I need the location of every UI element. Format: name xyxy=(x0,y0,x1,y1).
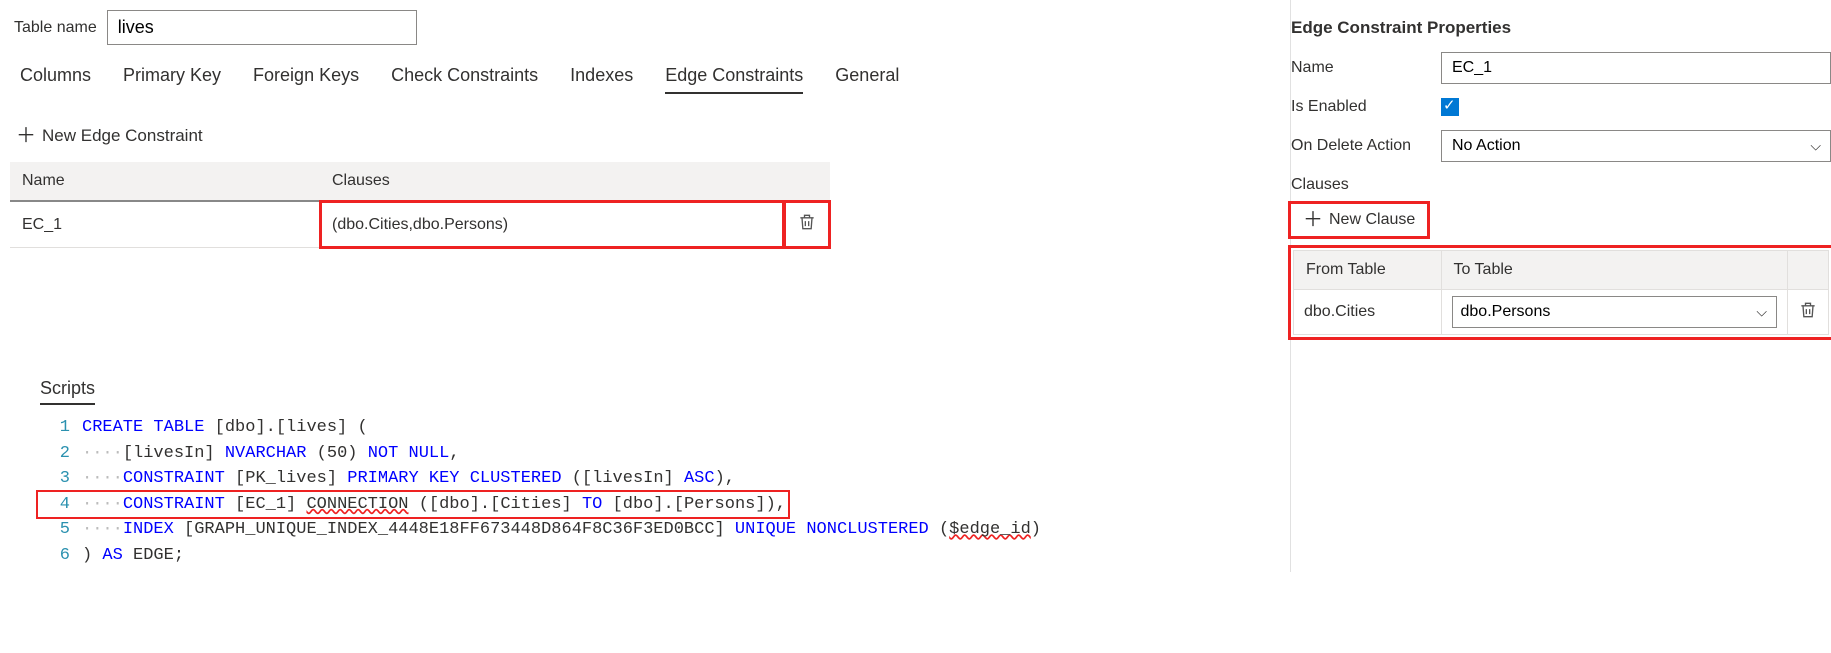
new-clause-button[interactable]: ＋ New Clause xyxy=(1291,204,1427,236)
prop-enabled-label: Is Enabled xyxy=(1291,98,1441,116)
constraint-row[interactable]: EC_1 (dbo.Cities,dbo.Persons) xyxy=(10,201,830,248)
properties-panel: Edge Constraint Properties Name Is Enabl… xyxy=(1291,0,1831,572)
table-name-label: Table name xyxy=(10,19,97,37)
prop-enabled-checkbox[interactable] xyxy=(1441,98,1459,116)
prop-ondelete-label: On Delete Action xyxy=(1291,137,1441,155)
prop-name-input[interactable] xyxy=(1441,52,1831,84)
left-panel: Table name Columns Primary Key Foreign K… xyxy=(0,0,1291,572)
tab-columns[interactable]: Columns xyxy=(20,65,91,94)
clause-to-select[interactable] xyxy=(1452,296,1778,328)
tabs: Columns Primary Key Foreign Keys Check C… xyxy=(10,65,1290,94)
plus-icon: ＋ xyxy=(1303,210,1323,230)
tab-primary-key[interactable]: Primary Key xyxy=(123,65,221,94)
clause-header-from[interactable]: From Table xyxy=(1294,251,1442,290)
clause-table: From Table To Table dbo.Cities xyxy=(1293,250,1829,335)
table-name-input[interactable] xyxy=(107,10,417,45)
prop-ondelete-select[interactable] xyxy=(1441,130,1831,162)
tab-general[interactable]: General xyxy=(835,65,899,94)
constraint-table: Name Clauses EC_1 (dbo.Cities,dbo.Person… xyxy=(10,162,830,248)
tab-edge-constraints[interactable]: Edge Constraints xyxy=(665,65,803,94)
col-header-name[interactable]: Name xyxy=(10,162,320,201)
tab-indexes[interactable]: Indexes xyxy=(570,65,633,94)
clause-from-cell: dbo.Cities xyxy=(1294,290,1442,335)
clause-delete-cell[interactable] xyxy=(1788,290,1829,335)
trash-icon xyxy=(797,212,817,232)
new-clause-label: New Clause xyxy=(1329,211,1415,229)
plus-icon: ＋ xyxy=(16,126,36,146)
prop-clauses-label: Clauses xyxy=(1291,176,1831,194)
tab-check-constraints[interactable]: Check Constraints xyxy=(391,65,538,94)
add-edge-constraint-button[interactable]: ＋ New Edge Constraint xyxy=(14,122,205,150)
properties-title: Edge Constraint Properties xyxy=(1291,18,1831,52)
clause-header-to[interactable]: To Table xyxy=(1441,251,1788,290)
clause-row[interactable]: dbo.Cities xyxy=(1294,290,1829,335)
tab-foreign-keys[interactable]: Foreign Keys xyxy=(253,65,359,94)
clause-to-cell[interactable] xyxy=(1441,290,1788,335)
scripts-section: Scripts 1CREATE TABLE [dbo].[lives] ( 2·… xyxy=(10,368,1290,572)
col-header-clauses[interactable]: Clauses xyxy=(320,162,784,201)
constraint-clauses-cell: (dbo.Cities,dbo.Persons) xyxy=(320,201,784,248)
trash-icon xyxy=(1798,300,1818,320)
clause-header-actions xyxy=(1788,251,1829,290)
scripts-label: Scripts xyxy=(40,378,95,405)
constraint-name-cell: EC_1 xyxy=(10,201,320,248)
add-edge-constraint-label: New Edge Constraint xyxy=(42,126,203,146)
constraint-delete-cell[interactable] xyxy=(784,201,830,248)
clause-table-frame: From Table To Table dbo.Cities xyxy=(1291,248,1831,337)
script-editor[interactable]: 1CREATE TABLE [dbo].[lives] ( 2····[live… xyxy=(40,411,1290,572)
col-header-actions xyxy=(784,162,830,201)
prop-name-label: Name xyxy=(1291,59,1441,77)
